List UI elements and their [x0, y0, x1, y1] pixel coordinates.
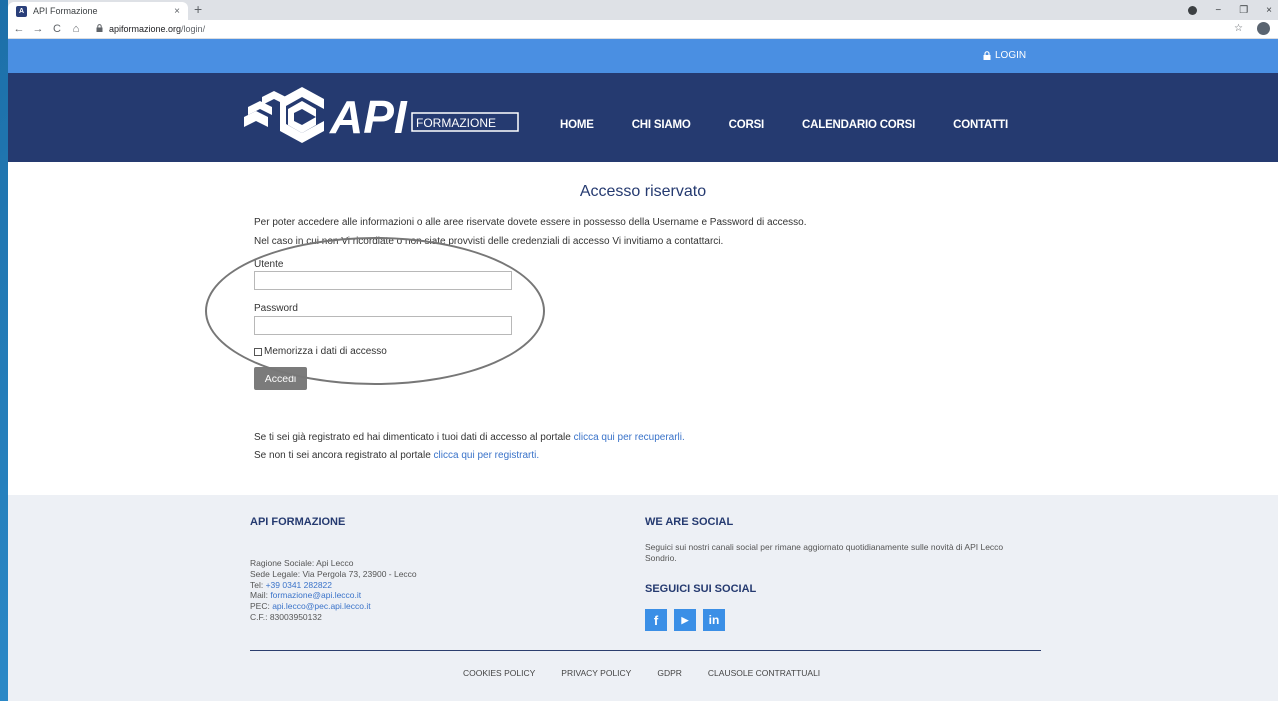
clausole-contrattuali-link[interactable]: CLAUSOLE CONTRATTUALI [708, 668, 820, 678]
recover-text: Se ti sei già registrato ed hai dimentic… [254, 432, 574, 443]
footer-sede: Sede Legale: Via Pergola 73, 23900 - Lec… [250, 568, 417, 579]
youtube-icon[interactable]: ▶ [674, 609, 696, 631]
address-bar: ← → C ⌂ apiformazione.org/login/ ☆ [8, 20, 1278, 39]
social-icons: f ▶ in [645, 609, 725, 631]
home-button[interactable]: ⌂ [68, 23, 84, 35]
login-submit-button[interactable]: Accedi [254, 367, 307, 390]
tab-close-icon[interactable]: × [174, 6, 180, 17]
profile-avatar[interactable] [1257, 22, 1270, 35]
remember-label: Memorizza i dati di accesso [264, 346, 387, 357]
site-favicon-icon: A [16, 5, 27, 17]
api-formazione-logo[interactable]: API FORMAZIONE [240, 83, 520, 145]
site-footer: API FORMAZIONE Ragione Sociale: Api Lecc… [8, 495, 1278, 701]
user-input[interactable] [254, 271, 512, 290]
minimize-button[interactable]: − [1215, 5, 1221, 16]
browser-window: A API Formazione × + − ❐ × ← → C ⌂ apifo… [8, 0, 1278, 701]
nav-corsi[interactable]: CORSI [729, 119, 765, 131]
logo-subtext: FORMAZIONE [416, 116, 496, 130]
password-input[interactable] [254, 316, 512, 335]
linkedin-icon[interactable]: in [703, 609, 725, 631]
intro-line-1: Per poter accedere alle informazioni o a… [254, 217, 807, 228]
page-title: Accesso riservato [579, 183, 707, 200]
footer-social-title: SEGUICI SUI SOCIAL [645, 583, 757, 595]
remember-checkbox[interactable] [254, 347, 262, 356]
extension-icon[interactable] [1188, 5, 1198, 15]
register-line: Se non ti sei ancora registrato al porta… [254, 450, 539, 461]
footer-ragione: Ragione Sociale: Api Lecco [250, 558, 354, 568]
url-field[interactable]: apiformazione.org/login/ [96, 24, 205, 34]
login-section: Accesso riservato Per poter accedere all… [8, 162, 1278, 479]
close-window-button[interactable]: × [1266, 5, 1272, 16]
nav-home[interactable]: HOME [560, 119, 594, 131]
user-label: Utente [254, 259, 284, 270]
site-topbar: LOGIN [8, 39, 1278, 73]
url-host: apiformazione.org [109, 24, 182, 34]
login-link[interactable]: LOGIN [983, 50, 1026, 61]
tab-title: API Formazione [33, 6, 98, 16]
reload-button[interactable]: C [49, 23, 65, 35]
footer-mail-link[interactable]: formazione@api.lecco.it [270, 590, 361, 600]
footer-col1-title: API FORMAZIONE [250, 516, 346, 528]
main-nav: HOME CHI SIAMO CORSI CALENDARIO CORSI CO… [560, 119, 1046, 131]
remember-checkbox-row[interactable]: Memorizza i dati di accesso [254, 346, 387, 357]
footer-col2-title: WE ARE SOCIAL [645, 516, 734, 528]
register-link[interactable]: clicca qui per registrarti. [434, 450, 540, 461]
new-tab-button[interactable]: + [194, 1, 202, 17]
facebook-icon[interactable]: f [645, 609, 667, 631]
lock-icon [983, 51, 991, 60]
privacy-policy-link[interactable]: PRIVACY POLICY [561, 668, 631, 678]
bookmark-star-icon[interactable]: ☆ [1234, 23, 1243, 34]
footer-tel: Tel: +39 0341 282822 [250, 579, 333, 590]
footer-pec: PEC: api.lecco@pec.api.lecco.it [250, 601, 371, 612]
cookies-policy-link[interactable]: COOKIES POLICY [463, 668, 535, 678]
forward-button[interactable]: → [30, 23, 46, 35]
login-label: LOGIN [995, 50, 1027, 61]
password-label: Password [254, 303, 298, 314]
secure-lock-icon [96, 24, 103, 34]
url-path: /login/ [181, 24, 206, 34]
footer-social-text: Seguici sui nostri canali social per rim… [645, 542, 1004, 563]
back-button[interactable]: ← [11, 23, 27, 35]
footer-divider [250, 650, 1041, 651]
tab-strip: A API Formazione × + − ❐ × [8, 0, 1278, 20]
logo-text: API [329, 91, 408, 143]
window-controls: − ❐ × [1188, 0, 1278, 20]
footer-mail: Mail: formazione@api.lecco.it [250, 590, 362, 601]
nav-calendario-corsi[interactable]: CALENDARIO CORSI [802, 119, 915, 131]
footer-cf: C.F.: 83003950132 [250, 611, 322, 622]
footer-links: COOKIES POLICY PRIVACY POLICY GDPR CLAUS… [463, 668, 820, 678]
restore-button[interactable]: ❐ [1239, 5, 1248, 16]
intro-line-2: Nel caso in cui non Vi ricordiate o non … [254, 236, 724, 247]
recover-link[interactable]: clicca qui per recuperarli. [574, 432, 685, 443]
gdpr-link[interactable]: GDPR [657, 668, 682, 678]
register-text: Se non ti sei ancora registrato al porta… [254, 450, 434, 461]
site-header: API FORMAZIONE HOME CHI SIAMO CORSI CALE… [8, 73, 1278, 162]
footer-company-info: Ragione Sociale: Api Lecco Sede Legale: … [250, 558, 417, 623]
nav-chi-siamo[interactable]: CHI SIAMO [632, 119, 691, 131]
footer-tel-link[interactable]: +39 0341 282822 [266, 580, 332, 590]
browser-tab[interactable]: A API Formazione × [8, 2, 188, 20]
recover-line: Se ti sei già registrato ed hai dimentic… [254, 432, 685, 443]
nav-contatti[interactable]: CONTATTI [953, 119, 1008, 131]
footer-pec-link[interactable]: api.lecco@pec.api.lecco.it [272, 601, 370, 611]
